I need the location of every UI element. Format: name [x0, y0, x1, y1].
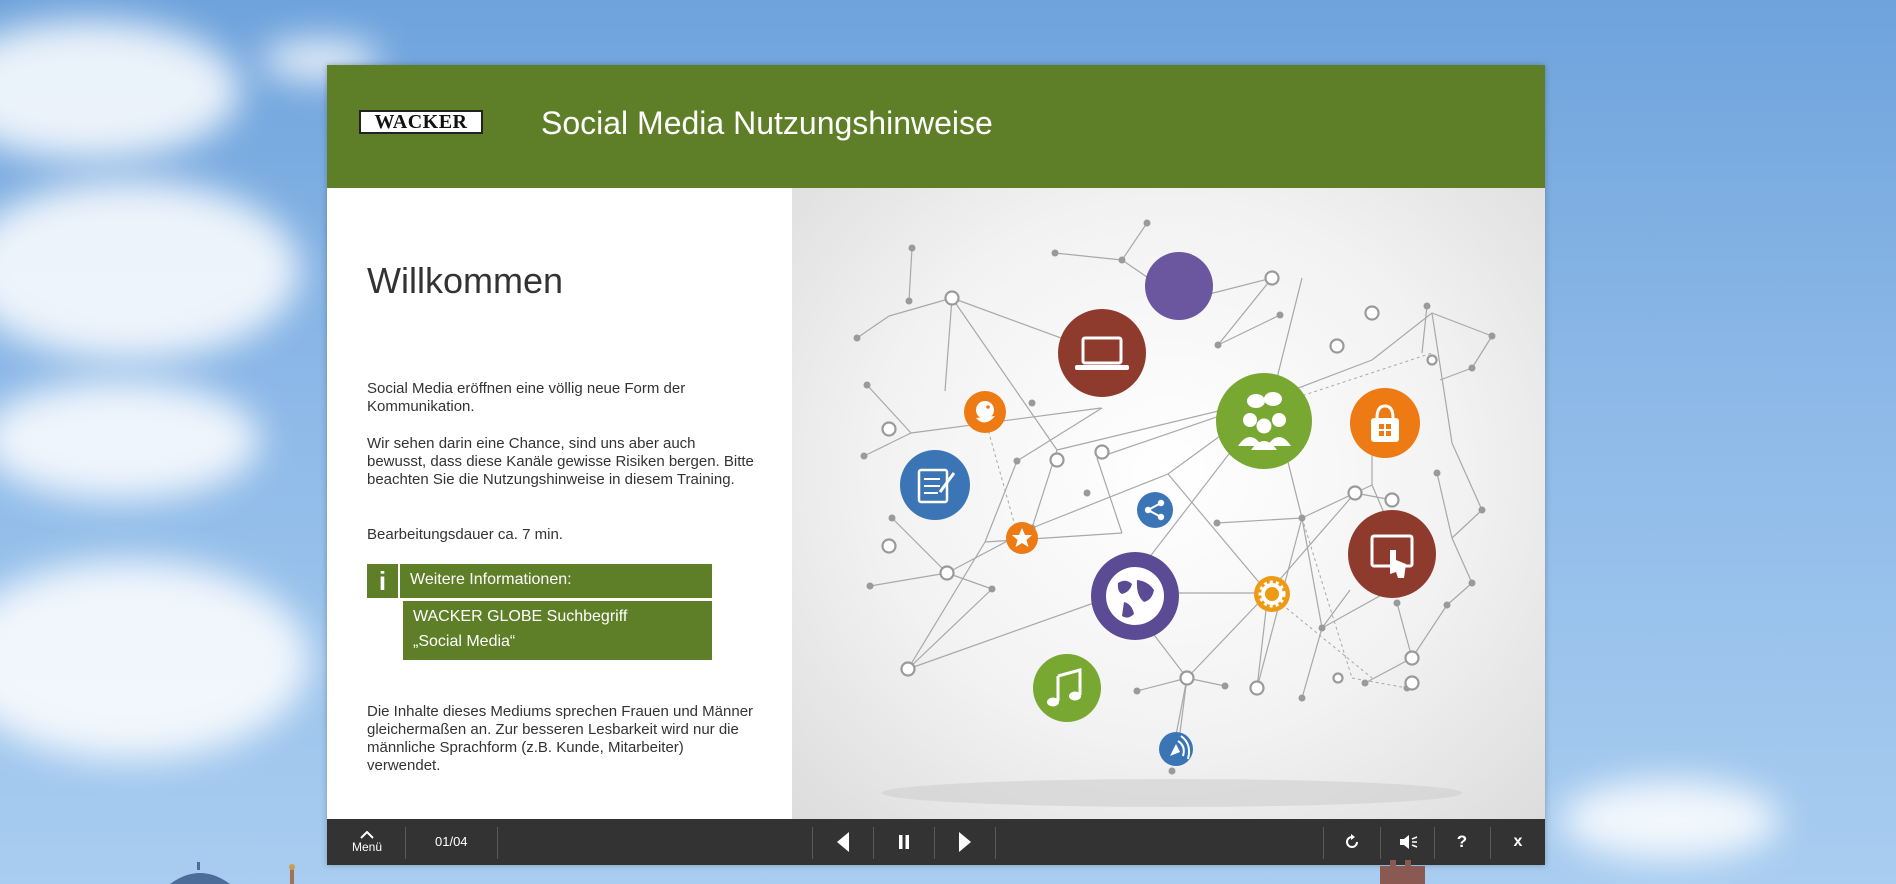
info-box-title: Weitere Informationen: — [400, 564, 712, 598]
music-icon — [1033, 654, 1101, 722]
replay-button[interactable] — [1324, 819, 1380, 865]
chevron-up-icon — [360, 830, 374, 839]
previous-button[interactable] — [813, 819, 873, 865]
course-header: WACKER Social Media Nutzungshinweise — [327, 65, 1545, 188]
chance-paragraph: Wir sehen darin eine Chance, sind uns ab… — [367, 435, 754, 488]
notepad-icon — [900, 450, 970, 520]
menu-button[interactable]: Menü — [335, 819, 399, 865]
pause-button[interactable] — [874, 819, 934, 865]
duration-text: Bearbeitungsdauer ca. 7 min. — [367, 526, 563, 543]
people-icon — [1216, 373, 1312, 469]
toolbar-divider — [995, 827, 996, 859]
share-icon — [1137, 492, 1173, 528]
laptop-icon — [1058, 309, 1146, 397]
slide-heading: Willkommen — [367, 260, 564, 301]
gear-icon — [1254, 576, 1290, 612]
next-button[interactable] — [935, 819, 995, 865]
bird-icon — [964, 391, 1006, 433]
course-player: WACKER Social Media Nutzungshinweise Wil… — [327, 65, 1545, 865]
info-search-value: „Social Media“ — [413, 633, 516, 650]
network-graphic — [853, 219, 1496, 807]
cloud — [0, 380, 260, 500]
cloud — [0, 560, 310, 760]
cloud — [1560, 780, 1780, 860]
intro-paragraph: Social Media eröffnen eine völlig neue F… — [367, 380, 686, 415]
wacker-logo: WACKER — [359, 110, 483, 134]
triangle-right-icon — [959, 832, 971, 852]
info-box-body: WACKER GLOBE Suchbegriff „Social Media“ — [403, 601, 712, 660]
broadcast-icon — [1159, 732, 1193, 766]
globe-icon — [1091, 552, 1179, 640]
slide-text-panel: Willkommen Social Media eröffnen eine vö… — [327, 188, 792, 819]
purple-node — [1145, 252, 1213, 320]
refresh-icon — [1346, 834, 1358, 848]
info-icon: i — [367, 564, 400, 598]
info-box-header: i Weitere Informationen: — [367, 564, 712, 598]
shopping-bag-icon — [1350, 388, 1420, 458]
speaker-icon — [1400, 835, 1418, 849]
dome-silhouette — [170, 862, 295, 884]
page-indicator: 01/04 — [435, 834, 468, 849]
info-search-term: WACKER GLOBE Suchbegriff — [413, 608, 628, 625]
pause-icon — [899, 835, 909, 849]
player-toolbar: Menü 01/04 ? x — [327, 819, 1545, 865]
toolbar-divider — [497, 827, 498, 859]
tower-silhouette — [1380, 860, 1425, 884]
star-icon — [1006, 522, 1038, 554]
close-button[interactable]: x — [1491, 819, 1545, 865]
cloud — [0, 180, 300, 360]
toolbar-divider — [405, 827, 406, 859]
triangle-left-icon — [837, 832, 849, 852]
gender-note-paragraph: Die Inhalte dieses Mediums sprechen Frau… — [367, 703, 754, 774]
menu-label: Menü — [351, 839, 383, 854]
social-network-illustration — [792, 188, 1545, 819]
touchscreen-icon — [1348, 510, 1436, 598]
cloud — [0, 20, 240, 160]
info-box: i Weitere Informationen: WACKER GLOBE Su… — [367, 564, 712, 660]
course-title: Social Media Nutzungshinweise — [541, 105, 993, 141]
